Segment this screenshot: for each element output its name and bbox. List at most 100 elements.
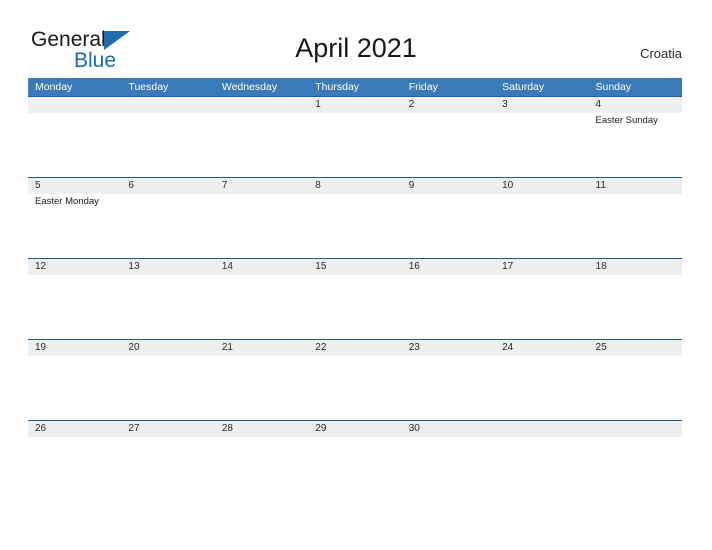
calendar-week-row: 12 13 14 15 16 17 18 <box>28 258 682 339</box>
day-cell[interactable] <box>495 437 588 501</box>
date-empty <box>215 97 308 113</box>
date-number[interactable]: 4 <box>589 97 682 113</box>
week-date-band: 12 13 14 15 16 17 18 <box>28 259 682 275</box>
day-cell[interactable] <box>308 113 401 177</box>
day-cell[interactable] <box>28 275 121 339</box>
day-cell[interactable] <box>308 437 401 501</box>
weekday-header-monday: Monday <box>35 81 73 93</box>
date-number[interactable]: 10 <box>495 178 588 194</box>
week-event-band: Easter Monday <box>28 194 682 258</box>
weekday-header-row: Monday Tuesday Wednesday Thursday Friday Satu… <box>28 78 682 96</box>
day-cell[interactable] <box>495 113 588 177</box>
date-number[interactable]: 20 <box>121 340 214 356</box>
date-number[interactable]: 15 <box>308 259 401 275</box>
weekday-header-friday: Friday <box>408 81 438 93</box>
week-date-band: 19 20 21 22 23 24 25 <box>28 340 682 356</box>
date-number[interactable]: 23 <box>402 340 495 356</box>
date-number[interactable]: 18 <box>589 259 682 275</box>
date-empty <box>495 421 588 437</box>
day-cell[interactable] <box>308 275 401 339</box>
date-number[interactable]: 2 <box>402 97 495 113</box>
day-cell[interactable] <box>215 113 308 177</box>
date-number[interactable]: 8 <box>308 178 401 194</box>
week-event-band: Easter Sunday <box>28 113 682 177</box>
date-number[interactable]: 19 <box>28 340 121 356</box>
date-number[interactable]: 12 <box>28 259 121 275</box>
day-cell[interactable] <box>215 194 308 258</box>
day-cell[interactable] <box>215 437 308 501</box>
date-number[interactable]: 24 <box>495 340 588 356</box>
date-number[interactable]: 9 <box>402 178 495 194</box>
day-cell[interactable] <box>495 275 588 339</box>
day-cell[interactable] <box>215 356 308 420</box>
page-title: April 2021 <box>295 33 417 63</box>
day-cell[interactable] <box>402 437 495 501</box>
date-number[interactable]: 7 <box>215 178 308 194</box>
day-cell[interactable] <box>121 356 214 420</box>
day-cell[interactable] <box>121 437 214 501</box>
week-date-band: 5 6 7 8 9 10 11 <box>28 178 682 194</box>
date-number[interactable]: 1 <box>308 97 401 113</box>
week-event-band <box>28 356 682 420</box>
day-cell[interactable] <box>121 194 214 258</box>
calendar-week-row: 1 2 3 4 Easter Sunday <box>28 96 682 177</box>
day-cell[interactable] <box>589 194 682 258</box>
day-cell[interactable] <box>121 275 214 339</box>
date-number[interactable]: 14 <box>215 259 308 275</box>
calendar-page: General Blue April 2021 Croatia Monday Tu… <box>0 0 712 550</box>
day-cell[interactable] <box>28 356 121 420</box>
week-event-band <box>28 437 682 501</box>
date-empty <box>28 97 121 113</box>
date-number[interactable]: 30 <box>402 421 495 437</box>
calendar-week-row: 19 20 21 22 23 24 25 <box>28 339 682 420</box>
date-number[interactable]: 6 <box>121 178 214 194</box>
date-number[interactable]: 25 <box>589 340 682 356</box>
date-number[interactable]: 29 <box>308 421 401 437</box>
weekday-header-saturday: Saturday <box>502 81 545 93</box>
calendar-weeks: 1 2 3 4 Easter Sunday 5 6 7 8 9 10 11 Easter Monday 1… <box>28 96 682 501</box>
day-cell[interactable] <box>402 194 495 258</box>
date-empty <box>589 421 682 437</box>
day-cell[interactable] <box>589 275 682 339</box>
date-number[interactable]: 26 <box>28 421 121 437</box>
day-cell[interactable] <box>402 275 495 339</box>
date-number[interactable]: 28 <box>215 421 308 437</box>
date-empty <box>121 97 214 113</box>
day-cell[interactable]: Easter Monday <box>28 194 121 258</box>
week-event-band <box>28 275 682 339</box>
weekday-header-tuesday: Tuesday <box>128 81 169 93</box>
holiday-event-label: Easter Sunday <box>595 115 658 126</box>
day-cell[interactable] <box>308 356 401 420</box>
day-cell[interactable] <box>589 356 682 420</box>
date-number[interactable]: 5 <box>28 178 121 194</box>
day-cell[interactable] <box>495 356 588 420</box>
day-cell[interactable] <box>402 113 495 177</box>
day-cell[interactable] <box>215 275 308 339</box>
date-number[interactable]: 21 <box>215 340 308 356</box>
calendar-week-row: 5 6 7 8 9 10 11 Easter Monday <box>28 177 682 258</box>
day-cell[interactable]: Easter Sunday <box>589 113 682 177</box>
day-cell[interactable] <box>495 194 588 258</box>
day-cell[interactable] <box>121 113 214 177</box>
day-cell[interactable] <box>28 113 121 177</box>
date-number[interactable]: 13 <box>121 259 214 275</box>
calendar-grid: Monday Tuesday Wednesday Thursday Friday Satu… <box>28 78 682 501</box>
date-number[interactable]: 27 <box>121 421 214 437</box>
week-date-band: 1234 <box>28 97 682 113</box>
date-number[interactable]: 16 <box>402 259 495 275</box>
date-number[interactable]: 3 <box>495 97 588 113</box>
calendar-week-row: 26 27 28 29 30 <box>28 420 682 501</box>
date-number[interactable]: 22 <box>308 340 401 356</box>
weekday-header-thursday: Thursday <box>315 81 360 93</box>
day-cell[interactable] <box>28 437 121 501</box>
date-number[interactable]: 17 <box>495 259 588 275</box>
date-number[interactable]: 11 <box>589 178 682 194</box>
day-cell[interactable] <box>308 194 401 258</box>
day-cell[interactable] <box>589 437 682 501</box>
holiday-event-label: Easter Monday <box>35 196 99 207</box>
day-cell[interactable] <box>402 356 495 420</box>
weekday-header-wednesday: Wednesday <box>221 81 278 93</box>
weekday-header-sunday: Sunday <box>595 81 632 93</box>
region-label: Croatia <box>640 46 682 61</box>
page-header: General Blue April 2021 Croatia <box>0 0 712 76</box>
